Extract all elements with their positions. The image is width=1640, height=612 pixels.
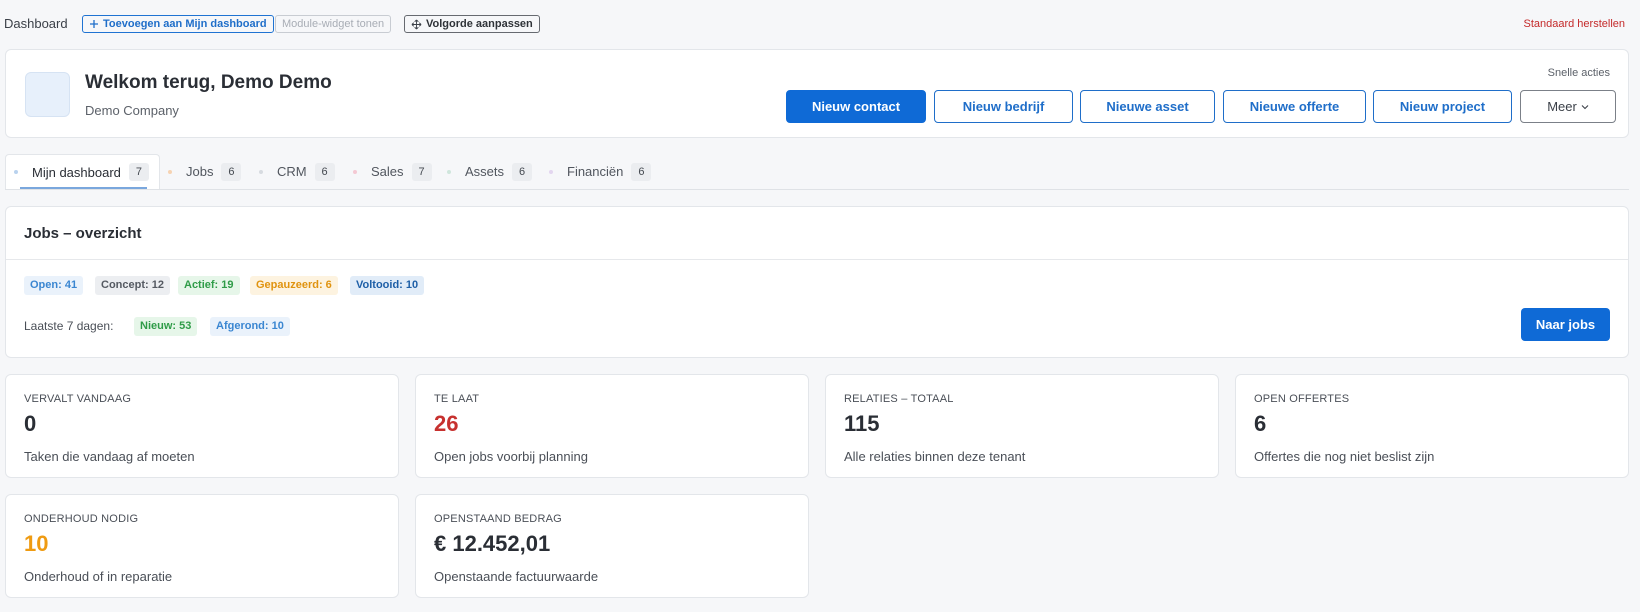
tab-count: 7 [128,163,149,181]
tab-dot [353,169,357,174]
reorder-button[interactable]: Volgorde aanpassen [404,15,540,33]
stat-card-outstanding-amount[interactable]: OPENSTAAND BEDRAG € 12.452,01 Openstaand… [415,494,809,598]
tab-count: 6 [631,162,652,181]
move-icon [411,19,422,30]
chevron-down-icon [1581,104,1589,110]
stat-value: 10 [24,531,49,556]
tab-mijn-dashboard[interactable]: Mijn dashboard 7 [5,154,160,189]
add-to-dashboard-label: Toevoegen aan Mijn dashboard [103,18,267,30]
tab-dot [168,169,172,174]
reorder-label: Volgorde aanpassen [426,18,533,30]
new-contact-label: Nieuw contact [811,99,901,114]
stat-description: Offertes die nog niet beslist zijn [1254,449,1435,464]
stat-value: € 12.452,01 [434,531,551,556]
go-to-jobs-button[interactable]: Naar jobs [1521,308,1610,341]
jobs-overview-title: Jobs – overzicht [24,225,142,242]
tab-label: Sales [371,164,404,179]
stat-description: Onderhoud of in reparatie [24,569,173,584]
status-badge-actief: Actief: 19 [178,276,240,295]
stat-value: 26 [434,411,459,436]
new-company-button[interactable]: Nieuw bedrijf [934,90,1073,123]
tab-count: 6 [221,162,242,181]
company-name: Demo Company [85,103,179,118]
status-badge-concept: Concept: 12 [95,276,170,295]
tab-crm[interactable]: CRM 6 [259,154,335,189]
plus-icon [89,19,99,29]
tab-jobs[interactable]: Jobs 6 [168,154,242,189]
new-asset-label: Nieuwe asset [1106,99,1189,114]
add-to-dashboard-button[interactable]: Toevoegen aan Mijn dashboard [82,15,274,33]
show-module-widget-label: Module-widget tonen [282,18,385,30]
tab-count: 6 [512,162,533,181]
stat-card-overdue[interactable]: TE LAAT 26 Open jobs voorbij planning [415,374,809,478]
tab-label: CRM [277,164,307,179]
badge-nieuw: Nieuw: 53 [134,317,198,336]
tab-financien[interactable]: Financiën 6 [549,154,652,189]
stat-card-due-today[interactable]: VERVALT VANDAAG 0 Taken die vandaag af m… [5,374,399,478]
jobs-overview-card: Jobs – overzicht Open: 41 Concept: 12 Ac… [5,206,1629,358]
tab-assets[interactable]: Assets 6 [447,154,533,189]
stat-description: Taken die vandaag af moeten [24,449,195,464]
badge-afgerond: Afgerond: 10 [210,317,290,336]
last-7-days-label: Laatste 7 dagen: [24,319,114,333]
status-badge-voltooid: Voltooid: 10 [350,276,425,295]
status-badge-gepauzeerd: Gepauzeerd: 6 [250,276,338,295]
stat-label: OPEN OFFERTES [1254,393,1350,405]
tab-label: Mijn dashboard [32,164,121,180]
new-quote-label: Nieuwe offerte [1249,99,1340,114]
reset-default-link[interactable]: Standaard herstellen [1523,18,1625,30]
new-company-label: Nieuw bedrijf [962,99,1045,114]
tab-label: Assets [465,164,505,179]
dashboard-tabs: Mijn dashboard 7 Jobs 6 CRM 6 Sales 7 As… [5,154,1629,190]
tab-label: Jobs [186,164,214,179]
stat-label: ONDERHOUD NODIG [24,513,139,525]
new-project-button[interactable]: Nieuw project [1373,90,1512,123]
top-toolbar: Dashboard Toevoegen aan Mijn dashboard M… [0,14,1640,34]
stat-card-relations-total[interactable]: RELATIES – TOTAAL 115 Alle relaties binn… [825,374,1219,478]
stat-card-open-quotes[interactable]: OPEN OFFERTES 6 Offertes die nog niet be… [1235,374,1629,478]
more-label: Meer [1547,99,1577,114]
stat-label: TE LAAT [434,393,480,405]
stat-value: 115 [844,411,880,436]
new-contact-button[interactable]: Nieuw contact [786,90,926,123]
tab-dot [14,170,18,174]
status-badge-open: Open: 41 [24,276,84,295]
stat-description: Open jobs voorbij planning [434,449,588,464]
tab-count: 7 [411,162,432,181]
stat-description: Openstaande factuurwaarde [434,569,599,584]
tab-dot [259,169,263,174]
quick-actions-label: Snelle acties [1547,67,1610,79]
stat-label: VERVALT VANDAAG [24,393,132,405]
stat-description: Alle relaties binnen deze tenant [844,449,1026,464]
welcome-title: Welkom terug, Demo Demo [85,72,332,93]
stat-label: RELATIES – TOTAAL [844,393,954,405]
tab-dot [447,169,451,174]
show-module-widget-button[interactable]: Module-widget tonen [275,15,392,33]
tab-sales[interactable]: Sales 7 [353,154,432,189]
new-asset-button[interactable]: Nieuwe asset [1080,90,1215,123]
more-button[interactable]: Meer [1520,90,1616,123]
stat-value: 6 [1254,411,1267,436]
tab-label: Financiën [567,164,624,179]
new-quote-button[interactable]: Nieuwe offerte [1223,90,1366,123]
stat-card-maintenance-needed[interactable]: ONDERHOUD NODIG 10 Onderhoud of in repar… [5,494,399,598]
welcome-card: Welkom terug, Demo Demo Demo Company Sne… [5,49,1629,138]
new-project-label: Nieuw project [1399,99,1486,114]
company-avatar [25,72,70,117]
stat-label: OPENSTAAND BEDRAG [434,513,562,525]
divider [6,259,1628,260]
breadcrumb[interactable]: Dashboard [4,16,68,31]
tab-count: 6 [314,162,335,181]
stat-value: 0 [24,411,37,436]
tab-dot [549,169,553,174]
